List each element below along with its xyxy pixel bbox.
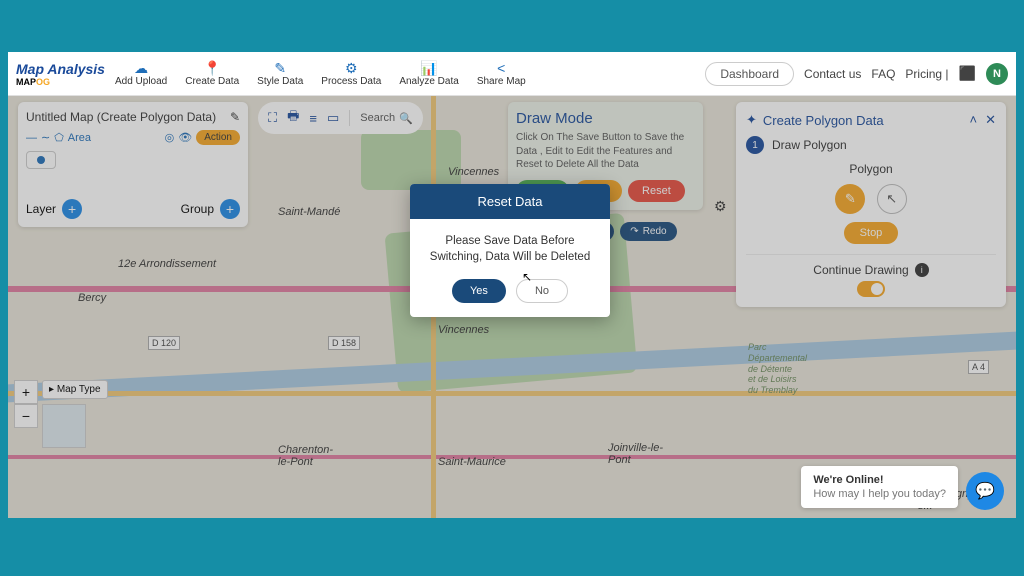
- close-icon[interactable]: ✕: [985, 112, 996, 128]
- edit-title-icon[interactable]: ✎: [230, 110, 240, 124]
- process-icon: ⚙: [345, 60, 358, 76]
- symbol-preview: [26, 151, 56, 169]
- chat-fab[interactable]: 💬: [966, 472, 1004, 510]
- analyze-icon: 📊: [420, 60, 437, 76]
- tool-add-upload[interactable]: ☁Add Upload: [115, 60, 167, 87]
- tool-process-data[interactable]: ⚙Process Data: [321, 60, 381, 87]
- map-tool-pill: ⛶ 🖶 ≡ ▭ Search 🔍: [258, 102, 423, 134]
- dashboard-button[interactable]: Dashboard: [705, 62, 794, 86]
- tool-create-data[interactable]: 📍Create Data: [185, 60, 239, 87]
- label-stmaurice: Saint-Maurice: [438, 456, 506, 468]
- stop-button[interactable]: Stop: [844, 222, 899, 244]
- print-icon[interactable]: 🖶: [287, 107, 299, 129]
- road-d120: D 120: [148, 336, 180, 350]
- step-label: Draw Polygon: [772, 138, 847, 152]
- poly-panel-title: Create Polygon Data: [763, 113, 884, 128]
- fullscreen-icon[interactable]: ⛶: [268, 110, 277, 126]
- pointer-tool-icon[interactable]: ↖: [877, 184, 907, 214]
- action-chip[interactable]: Action: [196, 130, 240, 145]
- group-label: Group: [181, 202, 214, 216]
- layer-panel: Untitled Map (Create Polygon Data) ✎ — ∼…: [18, 102, 248, 227]
- label-joinville: Joinville-le- Pont: [608, 442, 663, 466]
- brand-title: Map Analysis: [16, 61, 105, 77]
- style-icon: ✎: [274, 60, 286, 76]
- contact-link[interactable]: Contact us: [804, 67, 861, 81]
- apps-icon[interactable]: ⬛: [959, 65, 976, 82]
- chat-title: We're Online!: [813, 474, 946, 486]
- label-stmande: Saint-Mandé: [278, 206, 340, 218]
- cloud-upload-icon: ☁: [134, 60, 148, 76]
- search-icon: 🔍: [399, 112, 413, 125]
- continue-label: Continue Drawing: [813, 263, 908, 277]
- info-icon[interactable]: i: [915, 263, 929, 277]
- chat-bubble: We're Online! How may I help you today?: [801, 466, 958, 508]
- continue-toggle[interactable]: [857, 281, 885, 297]
- brand: Map Analysis MAPOG: [16, 61, 105, 87]
- zoom-control: + −: [14, 380, 38, 428]
- modal-yes-button[interactable]: Yes: [452, 279, 506, 303]
- reset-button[interactable]: Reset: [628, 180, 685, 202]
- chat-subtitle: How may I help you today?: [813, 488, 946, 500]
- tilde-icon: ∼: [41, 131, 50, 144]
- measure-icon[interactable]: ≡: [309, 111, 317, 126]
- mouse-cursor: ↖: [522, 270, 532, 284]
- modal-body: Please Save Data Before Switching, Data …: [410, 219, 610, 279]
- dash-icon: —: [26, 132, 37, 144]
- layer-panel-title: Untitled Map (Create Polygon Data): [26, 110, 216, 124]
- zoom-in-button[interactable]: +: [14, 380, 38, 404]
- label-park: Parc Départemental de Détente et de Lois…: [748, 342, 807, 396]
- modal-title: Reset Data: [410, 184, 610, 219]
- shape-label: Polygon: [746, 162, 996, 176]
- eye-off-icon[interactable]: 👁: [178, 131, 192, 144]
- layer-label: Layer: [26, 202, 56, 216]
- main-toolbar: ☁Add Upload 📍Create Data ✎Style Data ⚙Pr…: [115, 60, 526, 87]
- pin-icon: 📍: [203, 60, 220, 76]
- gear-icon[interactable]: ✦: [746, 112, 757, 128]
- road-a4: A 4: [968, 360, 989, 374]
- pricing-link[interactable]: Pricing |: [905, 67, 948, 81]
- comment-icon[interactable]: ▭: [327, 110, 339, 126]
- draw-mode-title: Draw Mode: [516, 110, 695, 127]
- area-label: Area: [68, 132, 91, 144]
- brand-subtitle: MAPOG: [16, 77, 105, 87]
- faq-link[interactable]: FAQ: [871, 67, 895, 81]
- redo-button[interactable]: ↷ Redo: [620, 222, 676, 241]
- draw-tool-icon[interactable]: ✎: [835, 184, 865, 214]
- label-vincennes2: Vincennes: [438, 324, 489, 336]
- user-avatar[interactable]: N: [986, 63, 1008, 85]
- add-group-button[interactable]: +: [220, 199, 240, 219]
- label-bercy: Bercy: [78, 292, 106, 304]
- create-polygon-panel: ✦ Create Polygon Data ˄ ✕ 1 Draw Polygon…: [736, 102, 1006, 307]
- tool-share-map[interactable]: <Share Map: [477, 60, 526, 87]
- tool-analyze-data[interactable]: 📊Analyze Data: [399, 60, 458, 87]
- label-charenton: Charenton- le-Pont: [278, 444, 333, 468]
- settings-icon[interactable]: ⚙: [714, 198, 727, 215]
- road-d158: D 158: [328, 336, 360, 350]
- zoom-out-button[interactable]: −: [14, 404, 38, 428]
- tool-style-data[interactable]: ✎Style Data: [257, 60, 303, 87]
- share-icon: <: [497, 60, 505, 76]
- app-header: Map Analysis MAPOG ☁Add Upload 📍Create D…: [8, 52, 1016, 96]
- polygon-icon: ⬠: [54, 131, 64, 144]
- add-layer-button[interactable]: +: [62, 199, 82, 219]
- map-type-selector[interactable]: ▸ Map Type: [42, 380, 108, 399]
- collapse-icon[interactable]: ˄: [970, 112, 978, 128]
- header-right: Dashboard Contact us FAQ Pricing | ⬛ N: [705, 62, 1008, 86]
- label-arr12: 12e Arrondissement: [118, 258, 216, 270]
- reset-data-modal: Reset Data Please Save Data Before Switc…: [410, 184, 610, 317]
- step-number: 1: [746, 136, 764, 154]
- label-vincennes: Vincennes: [448, 166, 499, 178]
- draw-mode-text: Click On The Save Button to Save the Dat…: [516, 131, 695, 172]
- search-box[interactable]: Search 🔍: [360, 112, 413, 125]
- target-icon[interactable]: ◎: [165, 131, 175, 144]
- map-thumbnail[interactable]: [42, 404, 86, 448]
